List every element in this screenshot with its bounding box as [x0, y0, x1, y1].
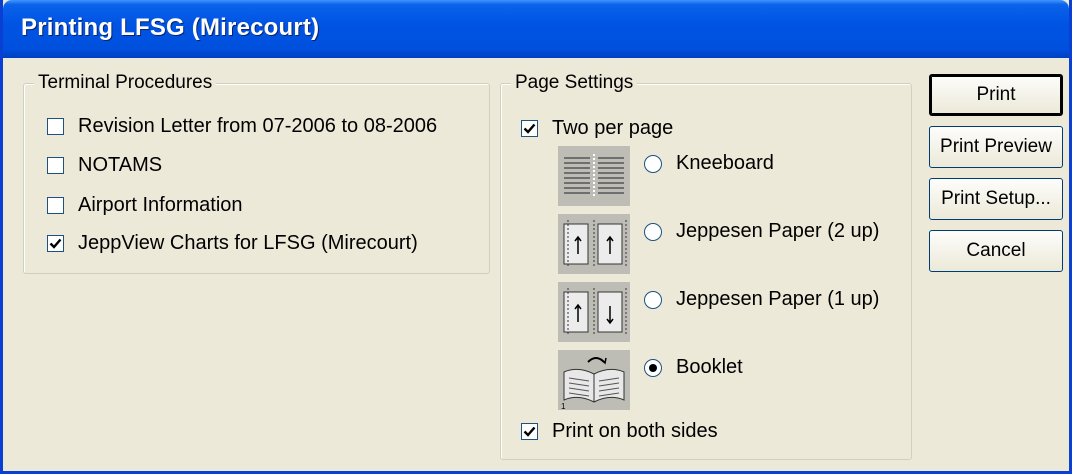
- print-setup-button[interactable]: Print Setup...: [929, 178, 1063, 220]
- checkbox-box-checked[interactable]: [47, 235, 64, 252]
- booklet-radio[interactable]: Booklet: [644, 356, 743, 379]
- checkbox-label: NOTAMS: [78, 154, 163, 176]
- checkmark-icon: [49, 238, 62, 249]
- radio-button-selected[interactable]: [644, 358, 662, 377]
- print-button[interactable]: Print: [929, 74, 1063, 116]
- airport-information-checkbox[interactable]: Airport Information: [47, 194, 243, 217]
- window-title: Printing LFSG (Mirecourt): [21, 14, 320, 41]
- jeppesen-2up-radio[interactable]: Jeppesen Paper (2 up): [644, 220, 879, 243]
- notams-checkbox[interactable]: NOTAMS: [47, 154, 162, 177]
- title-bar[interactable]: Printing LFSG (Mirecourt): [3, 0, 1069, 58]
- jeppview-charts-checkbox[interactable]: JeppView Charts for LFSG (Mirecourt): [47, 232, 418, 255]
- radio-dot: [649, 363, 657, 372]
- checkbox-box[interactable]: [47, 197, 64, 214]
- checkmark-icon: [523, 123, 536, 134]
- checkbox-box[interactable]: [47, 157, 64, 174]
- checkbox-label: Airport Information: [78, 194, 243, 216]
- print-preview-button[interactable]: Print Preview: [929, 126, 1063, 168]
- cancel-button[interactable]: Cancel: [929, 230, 1063, 272]
- radio-label: Booklet: [676, 356, 743, 378]
- kneeboard-radio[interactable]: Kneeboard: [644, 152, 774, 175]
- page-settings-legend: Page Settings: [511, 72, 638, 94]
- checkbox-box[interactable]: [47, 118, 64, 135]
- radio-label: Kneeboard: [676, 152, 774, 174]
- kneeboard-layout-icon: [558, 146, 630, 206]
- checkbox-box-checked[interactable]: [521, 423, 538, 440]
- radio-label: Jeppesen Paper (2 up): [676, 220, 880, 242]
- terminal-procedures-legend: Terminal Procedures: [34, 72, 217, 94]
- checkbox-label: Print on both sides: [552, 420, 718, 442]
- jeppesen-2up-layout-icon: [558, 214, 630, 274]
- checkbox-box-checked[interactable]: [521, 120, 538, 137]
- radio-button[interactable]: [644, 222, 662, 241]
- checkbox-label: JeppView Charts for LFSG (Mirecourt): [78, 232, 418, 254]
- two-per-page-checkbox[interactable]: Two per page: [521, 117, 673, 140]
- checkbox-label: Revision Letter from 07-2006 to 08-2006: [78, 115, 438, 137]
- svg-text:1: 1: [561, 402, 566, 410]
- booklet-layout-icon: 1: [558, 350, 630, 411]
- jeppesen-1up-radio[interactable]: Jeppesen Paper (1 up): [644, 288, 879, 311]
- checkbox-label: Two per page: [552, 117, 674, 139]
- revision-letter-checkbox[interactable]: Revision Letter from 07-2006 to 08-2006: [47, 115, 437, 138]
- print-both-sides-checkbox[interactable]: Print on both sides: [521, 420, 718, 443]
- jeppesen-1up-layout-icon: [558, 282, 630, 342]
- radio-button[interactable]: [644, 290, 662, 309]
- checkmark-icon: [523, 426, 536, 437]
- radio-button[interactable]: [644, 154, 662, 173]
- radio-label: Jeppesen Paper (1 up): [676, 288, 880, 310]
- print-dialog: Printing LFSG (Mirecourt) Terminal Proce…: [0, 0, 1072, 474]
